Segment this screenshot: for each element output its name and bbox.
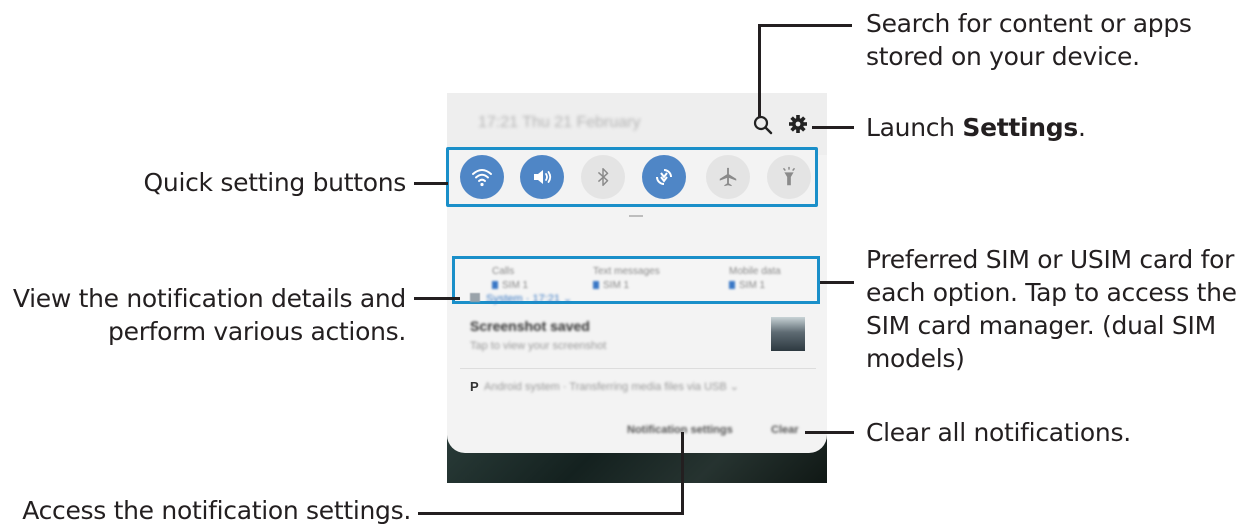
callout-line-text: stored on your device. [866, 42, 1140, 71]
details-callout-line [414, 297, 460, 300]
flashlight-icon [782, 166, 796, 186]
sim-badge-icon [492, 281, 498, 290]
bluetooth-toggle[interactable] [581, 155, 625, 199]
sim-option-label: Calls [492, 266, 515, 277]
date-time: 17:21 Thu 21 February [478, 114, 641, 131]
notification-settings-button[interactable]: Notification settings [627, 424, 733, 436]
details-callout: View the notification details and perfor… [13, 282, 406, 348]
callout-line-text: each option. Tap to access the [866, 278, 1237, 307]
sim-option-value: SIM 1 [502, 280, 529, 291]
auto-rotate-icon [656, 169, 672, 185]
settings-callout: Launch Settings. [866, 111, 1086, 144]
sound-icon [534, 170, 552, 184]
sim-option-value: SIM 1 [739, 280, 766, 291]
callout-line-text: models) [866, 344, 965, 373]
notif-settings-callout-line [681, 432, 684, 515]
airplane-toggle[interactable] [706, 155, 750, 199]
android-system-notification[interactable]: Android system · Transferring media file… [484, 380, 739, 393]
sim-option-text-messages[interactable]: Text messages SIM 1 [593, 265, 660, 293]
sim-badge-icon [729, 281, 735, 290]
wifi-icon [472, 169, 492, 187]
callout-text-suffix: . [1077, 113, 1086, 142]
gear-icon[interactable] [787, 113, 809, 135]
sim-callout-line [820, 281, 854, 284]
sim-option-label: Mobile data [729, 266, 781, 277]
panel-handle[interactable] [629, 215, 643, 217]
search-callout: Search for content or apps stored on you… [866, 7, 1192, 73]
notif-settings-callout-line [418, 512, 684, 515]
divider [460, 368, 816, 369]
sim-option-calls[interactable]: Calls SIM 1 [492, 265, 528, 293]
sim-callout: Preferred SIM or USIM card for each opti… [866, 243, 1237, 375]
clear-button[interactable]: Clear [771, 424, 799, 436]
search-callout-line [758, 24, 761, 118]
airplane-icon [719, 167, 737, 187]
search-callout-line [758, 24, 852, 27]
settings-callout-line [812, 126, 854, 129]
quick-callout-line [414, 182, 448, 185]
clear-callout: Clear all notifications. [866, 418, 1131, 447]
search-icon[interactable] [752, 114, 774, 136]
callout-line-text: Preferred SIM or USIM card for [866, 245, 1235, 274]
callout-line-text: View the notification details and [12, 284, 406, 313]
android-system-icon: P [470, 379, 479, 394]
wifi-toggle[interactable] [460, 155, 504, 199]
sim-badge-icon [593, 281, 599, 290]
callout-line-text: SIM card manager. (dual SIM [866, 311, 1216, 340]
sim-option-mobile-data[interactable]: Mobile data SIM 1 [729, 265, 781, 293]
callout-text-bold: Settings [962, 113, 1078, 142]
sim-option-value: SIM 1 [603, 280, 630, 291]
notification-subtitle: Tap to view your screenshot [470, 340, 607, 352]
notification-title[interactable]: Screenshot saved [470, 318, 590, 334]
flashlight-toggle[interactable] [767, 155, 811, 199]
callout-text-prefix: Launch [866, 113, 963, 142]
auto-rotate-toggle[interactable] [642, 155, 686, 199]
callout-line-text: perform various actions. [108, 317, 406, 346]
image-icon [470, 293, 480, 302]
callout-line-text: Search for content or apps [866, 9, 1192, 38]
quick-callout: Quick setting buttons [143, 168, 407, 197]
screenshot-thumbnail[interactable] [771, 317, 805, 351]
clear-callout-line [805, 431, 854, 434]
sim-option-label: Text messages [593, 266, 660, 277]
notification-app-name: System · 17:21 ⌄ [486, 293, 573, 305]
notif-settings-callout: Access the notification settings. [22, 496, 411, 525]
bluetooth-icon [597, 168, 609, 186]
sound-toggle[interactable] [520, 155, 564, 199]
